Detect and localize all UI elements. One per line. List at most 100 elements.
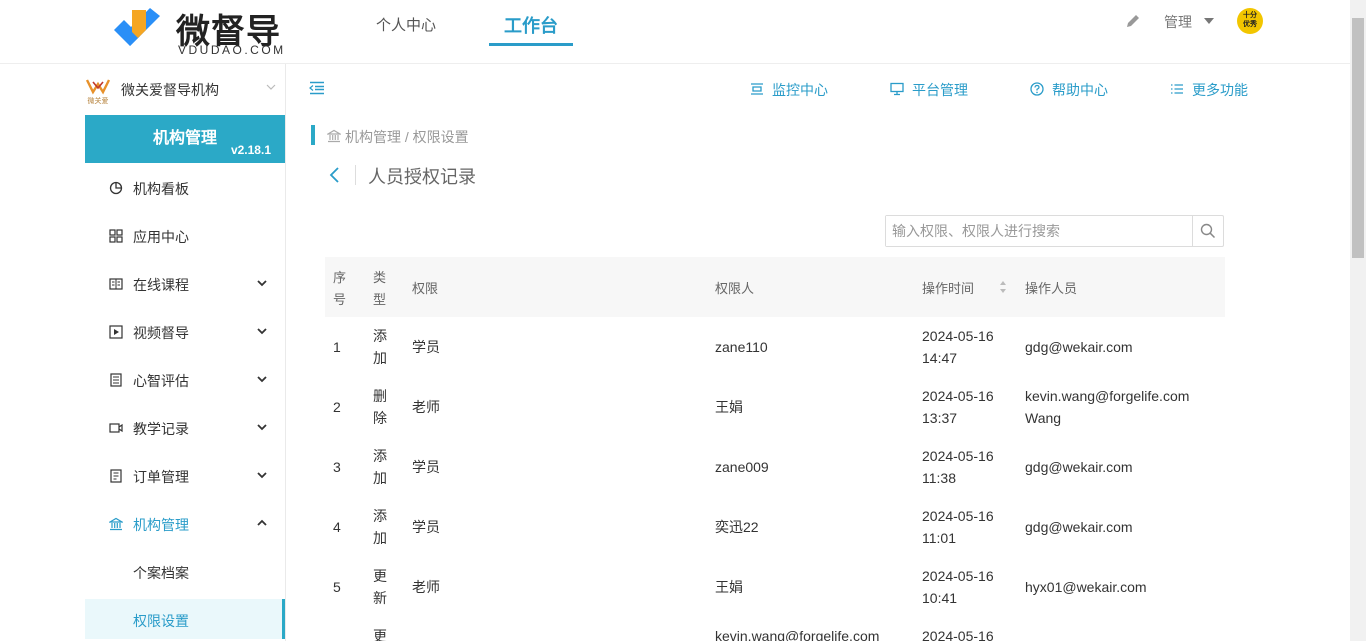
desktop-icon <box>890 82 904 96</box>
sort-icon[interactable] <box>999 280 1007 294</box>
avatar-text-line2: 优秀 <box>1243 21 1257 28</box>
cell-operator: gdg@wekair.com <box>1025 519 1133 535</box>
search-icon <box>1200 223 1216 239</box>
pie-chart-icon <box>109 181 123 195</box>
sidebar-item-dashboard[interactable]: 机构看板 <box>85 164 285 212</box>
bank-icon <box>327 129 341 143</box>
logo-subtitle: VDUDAO.COM <box>178 43 286 57</box>
cell-permission: 老师 <box>412 399 440 415</box>
chevron-down-icon <box>257 424 267 431</box>
sidebar-item-org-management[interactable]: 机构管理 <box>85 500 285 548</box>
cell-type-char1: 更 <box>373 568 387 584</box>
chevron-down-icon <box>257 376 267 383</box>
header-index-char2: 号 <box>333 292 347 307</box>
sidebar-item-online-courses[interactable]: 在线课程 <box>85 260 285 308</box>
header-index-char1: 序 <box>333 270 347 285</box>
admin-menu-label[interactable]: 管理 <box>1164 12 1192 32</box>
table-header: 序 号 类 型 权限 权限人 操作时间 操作人员 <box>325 257 1225 317</box>
cell-operator: hyx01@wekair.com <box>1025 579 1147 595</box>
chevron-down-icon <box>257 280 267 287</box>
cell-type-char2: 除 <box>373 410 387 426</box>
breadcrumb-text: 机构管理 / 权限设置 <box>345 129 469 145</box>
title-separator <box>355 165 356 185</box>
cell-date: 2024-05-16 <box>922 388 994 404</box>
cell-operator-line2: Wang <box>1025 410 1062 426</box>
cell-index: 1 <box>333 339 341 355</box>
cell-date: 2024-05-16 <box>922 328 994 344</box>
page-title: 人员授权记录 <box>368 167 476 187</box>
module-header: 机构管理 v2.18.1 <box>85 115 285 163</box>
table-row: 4 添 加 学员 奕迅22 2024-05-16 11:01 gdg@wekai… <box>325 497 1225 557</box>
sidebar-subitem-permission-settings[interactable]: 权限设置 <box>85 599 285 639</box>
tab-personal-center[interactable]: 个人中心 <box>370 0 442 46</box>
sidebar-item-mind-assessment[interactable]: 心智评估 <box>85 356 285 404</box>
cell-time: 14:47 <box>922 350 958 366</box>
chevron-down-icon[interactable] <box>266 82 276 92</box>
list-icon <box>1171 84 1183 94</box>
header-time: 操作时间 <box>922 281 975 296</box>
back-arrow-icon[interactable] <box>328 166 342 184</box>
sidebar-item-label: 机构管理 <box>133 517 189 533</box>
header-holder: 权限人 <box>715 281 755 296</box>
cell-index: 3 <box>333 459 341 475</box>
pencil-icon[interactable] <box>1124 12 1142 30</box>
cell-date: 2024-05-16 <box>922 568 994 584</box>
cell-holder: 王娟 <box>715 399 743 415</box>
help-center-button[interactable]: 帮助中心 <box>1030 80 1120 100</box>
sidebar-item-video-supervision[interactable]: 视频督导 <box>85 308 285 356</box>
table-row: 2 删 除 老师 王娟 2024-05-16 13:37 kevin.wang@… <box>325 377 1225 437</box>
cell-holder: zane009 <box>715 459 769 475</box>
sidebar-subitem-case-files[interactable]: 个案档案 <box>85 551 285 591</box>
org-logo-text: 微关爱 <box>87 98 109 105</box>
cell-holder: 王娟 <box>715 579 743 595</box>
platform-management-button[interactable]: 平台管理 <box>890 80 980 100</box>
sidebar-subitem-label: 权限设置 <box>133 613 189 629</box>
sidebar-item-teaching-records[interactable]: 教学记录 <box>85 404 285 452</box>
cell-permission: 老师 <box>412 579 440 595</box>
sidebar-divider <box>285 64 286 641</box>
caret-down-icon[interactable] <box>1204 18 1214 24</box>
header-type-char1: 类 <box>373 270 387 285</box>
monitor-center-button[interactable]: 监控中心 <box>750 80 840 100</box>
cell-date: 2024-05-16 <box>922 508 994 524</box>
cell-type-char1: 删 <box>373 388 387 404</box>
sidebar-item-app-center[interactable]: 应用中心 <box>85 212 285 260</box>
cell-operator: kevin.wang@forgelife.com <box>1025 388 1190 404</box>
book-icon <box>109 278 123 290</box>
chevron-down-icon <box>257 328 267 335</box>
org-switcher[interactable]: 微关爱 微关爱督导机构 <box>84 76 284 106</box>
table-row: 3 添 加 学员 zane009 2024-05-16 11:38 gdg@we… <box>325 437 1225 497</box>
more-features-button[interactable]: 更多功能 <box>1170 80 1260 100</box>
toolbar-item-label: 更多功能 <box>1192 82 1248 98</box>
sidebar-item-label: 视频督导 <box>133 325 189 341</box>
cell-time: 11:01 <box>922 530 956 546</box>
top-header: 微督导 VDUDAO.COM 个人中心 工作台 管理 十分 优秀 <box>0 0 1350 64</box>
avatar[interactable]: 十分 优秀 <box>1237 8 1263 34</box>
page-scrollbar[interactable] <box>1350 0 1366 641</box>
collapse-menu-icon[interactable] <box>309 81 325 95</box>
sidebar-item-order-management[interactable]: 订单管理 <box>85 452 285 500</box>
scrollbar-thumb[interactable] <box>1352 18 1364 258</box>
sidebar-item-label: 应用中心 <box>133 229 189 245</box>
cell-time: 13:37 <box>922 410 958 426</box>
cell-holder: kevin.wang@forgelife.com <box>715 628 880 641</box>
cell-permission: 学员 <box>412 339 440 355</box>
sidebar-item-label: 订单管理 <box>133 469 189 485</box>
cell-operator: gdg@wekair.com <box>1025 459 1133 475</box>
cell-type-char1: 添 <box>373 448 387 464</box>
header-permission: 权限 <box>412 281 439 296</box>
search-button[interactable] <box>1192 216 1223 246</box>
search-input[interactable] <box>886 216 1192 246</box>
cell-permission: 学员 <box>412 519 440 535</box>
table-row: 更 kevin.wang@forgelife.com 2024-05-16 <box>325 617 1225 641</box>
cell-type-char1: 添 <box>373 508 387 524</box>
cell-time: 11:38 <box>922 470 956 486</box>
help-circle-icon <box>1030 82 1044 96</box>
tab-workbench[interactable]: 工作台 <box>489 0 573 46</box>
module-version: v2.18.1 <box>230 143 271 157</box>
sidebar-subitem-label: 个案档案 <box>133 565 189 581</box>
chevron-up-icon <box>257 519 267 526</box>
table-row: 1 添 加 学员 zane110 2024-05-16 14:47 gdg@we… <box>325 317 1225 377</box>
brand-logo[interactable]: 微督导 VDUDAO.COM <box>110 2 290 58</box>
monitor-list-icon <box>751 83 763 95</box>
